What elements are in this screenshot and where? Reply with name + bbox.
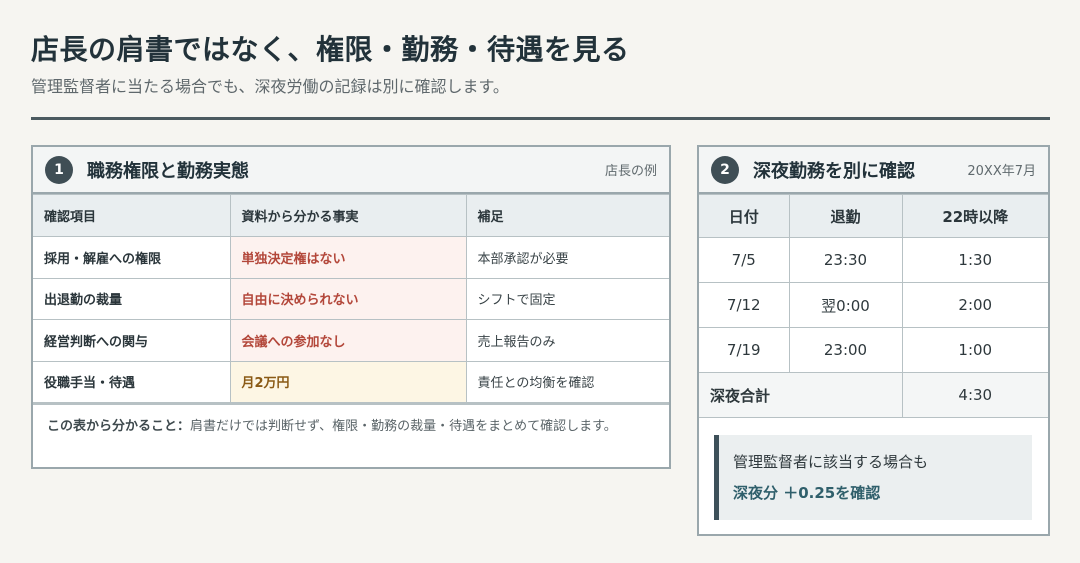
column-header-item: 確認項目 [33, 194, 231, 237]
table-row: 7/5 23:30 1:30 [699, 237, 1048, 283]
row-item: 経営判断への関与 [33, 319, 231, 362]
row-fact: 会議への参加なし [229, 319, 467, 362]
table-row: 7/12 翌0:00 2:00 [699, 282, 1048, 328]
row-night: 2:00 [901, 282, 1048, 328]
column-header-night: 22時以降 [901, 194, 1048, 238]
row-night: 1:00 [901, 327, 1048, 373]
night-work-card-note: 20XX年7月 [967, 164, 1036, 179]
header-divider [31, 117, 1050, 120]
row-leave: 23:30 [788, 237, 903, 283]
table-header-row: 日付 退勤 22時以降 [699, 194, 1048, 238]
table-total-row: 深夜合計 4:30 [699, 372, 1048, 418]
night-work-card-title: 深夜勤務を別に確認 [753, 160, 915, 182]
callout-line-1: 管理監督者に該当する場合も [733, 453, 929, 471]
column-header-leave: 退勤 [788, 194, 903, 238]
duties-card-title: 職務権限と勤務実態 [87, 160, 249, 182]
column-header-fact: 資料から分かる事実 [229, 194, 467, 237]
callout-line-2: 深夜分 ＋0.25を確認 [733, 484, 881, 502]
row-date: 7/19 [699, 327, 790, 373]
row-item: 役職手当・待遇 [33, 360, 231, 403]
duties-card: 1 職務権限と勤務実態 店長の例 確認項目 資料から分かる事実 補足 採用・解雇… [31, 145, 671, 469]
total-value: 4:30 [901, 372, 1048, 418]
row-date: 7/12 [699, 282, 790, 328]
night-work-card-header: 2 深夜勤務を別に確認 20XX年7月 [699, 147, 1048, 194]
row-supplement: 売上報告のみ [465, 319, 669, 362]
table-row: 役職手当・待遇 月2万円 責任との均衡を確認 [33, 360, 669, 403]
row-supplement: 責任との均衡を確認 [465, 360, 669, 403]
callout-box: 管理監督者に該当する場合も 深夜分 ＋0.25を確認 [714, 435, 1032, 520]
table-row: 経営判断への関与 会議への参加なし 売上報告のみ [33, 319, 669, 362]
page-subtitle: 管理監督者に当たる場合でも、深夜労働の記録は別に確認します。 [31, 77, 509, 96]
row-night: 1:30 [901, 237, 1048, 283]
total-label: 深夜合計 [699, 372, 903, 418]
conclusion-text: 肩書だけでは判断せず、権限・勤務の裁量・待遇をまとめて確認します。 [190, 419, 617, 434]
page-header: 店長の肩書ではなく、権限・勤務・待遇を見る 管理監督者に当たる場合でも、深夜労働… [31, 30, 1050, 98]
table-header-row: 確認項目 資料から分かる事実 補足 [33, 194, 669, 237]
step-badge-2: 2 [711, 155, 739, 184]
night-work-card: 2 深夜勤務を別に確認 20XX年7月 日付 退勤 22時以降 7/5 23:3… [697, 145, 1050, 536]
table-row: 7/19 23:00 1:00 [699, 327, 1048, 373]
row-supplement: 本部承認が必要 [465, 236, 669, 279]
table-row: 出退勤の裁量 自由に決められない シフトで固定 [33, 277, 669, 320]
column-header-supplement: 補足 [465, 194, 669, 237]
step-badge-1: 1 [45, 155, 73, 184]
row-fact: 自由に決められない [229, 277, 467, 320]
duties-card-note: 店長の例 [604, 164, 657, 179]
column-header-date: 日付 [699, 194, 790, 238]
duties-card-header: 1 職務権限と勤務実態 店長の例 [33, 147, 669, 194]
night-work-table: 日付 退勤 22時以降 7/5 23:30 1:30 7/12 翌0:00 2:… [699, 194, 1048, 418]
duties-table: 確認項目 資料から分かる事実 補足 採用・解雇への権限 単独決定権はない 本部承… [33, 194, 669, 403]
row-fact: 月2万円 [229, 360, 467, 403]
conclusion-lead: この表から分かること： [47, 419, 191, 434]
conclusion-note: この表から分かること：肩書だけでは判断せず、権限・勤務の裁量・待遇をまとめて確認… [33, 403, 669, 437]
row-date: 7/5 [699, 237, 790, 283]
row-leave: 23:00 [788, 327, 903, 373]
row-supplement: シフトで固定 [465, 277, 669, 320]
row-item: 出退勤の裁量 [33, 277, 231, 320]
table-row: 採用・解雇への権限 単独決定権はない 本部承認が必要 [33, 236, 669, 279]
row-leave: 翌0:00 [788, 282, 903, 328]
row-item: 採用・解雇への権限 [33, 236, 231, 279]
page-title: 店長の肩書ではなく、権限・勤務・待遇を見る [31, 33, 630, 66]
row-fact: 単独決定権はない [229, 236, 467, 279]
